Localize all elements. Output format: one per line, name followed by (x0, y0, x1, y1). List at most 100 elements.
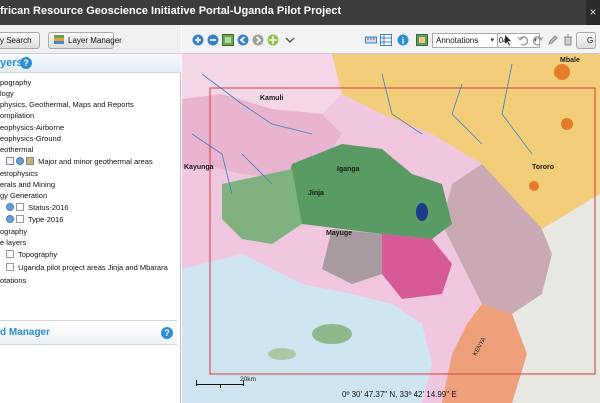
tree-item-label: otations (0, 276, 27, 285)
page-icon (6, 250, 14, 258)
tree-item[interactable]: eothermal (0, 144, 33, 155)
place-label: Kayunga (184, 164, 214, 171)
page-icon (16, 215, 24, 223)
geothermal-area (529, 181, 539, 191)
person-icon (6, 203, 14, 211)
place-label: Iganga (337, 166, 360, 173)
map-toolbar: 1:809,104 ▾ i Annotations ▾ G (182, 25, 600, 54)
tree-item[interactable]: ography (0, 226, 27, 237)
zoom-in-icon[interactable] (192, 34, 204, 46)
forward-icon[interactable] (252, 34, 264, 46)
person-icon (16, 157, 24, 165)
tree-item-label: erals and Mining (0, 180, 56, 189)
info-icon[interactable]: i (397, 34, 409, 46)
window-title: frican Resource Geoscience Initiative Po… (0, 5, 342, 17)
annotations-value: Annotations (436, 36, 479, 45)
legend-manager-title: d Manager (0, 327, 51, 338)
annotations-select[interactable]: Annotations ▾ (432, 33, 498, 48)
tree-item-label: ography (0, 227, 28, 236)
tree-item-topography[interactable]: Topography (6, 249, 57, 260)
zoom-out-icon[interactable] (207, 34, 219, 46)
tree-item-label: ompilation (0, 111, 35, 120)
place-label: Kamuli (260, 95, 284, 102)
chevron-down-icon: ▾ (490, 37, 494, 44)
person-icon (6, 215, 14, 223)
tree-item[interactable]: physics, Geothermal, Maps and Reports (0, 99, 134, 110)
island (312, 324, 352, 344)
tree-item-label: eophysics-Ground (0, 134, 61, 143)
layers-panel-header[interactable]: yers ? (0, 54, 181, 73)
tree-item-status-2016[interactable]: Status-2016 (6, 202, 69, 213)
tree-item-label: Topography (17, 250, 58, 259)
redo-icon[interactable] (532, 34, 544, 46)
tree-item-label: Type-2016 (27, 215, 64, 224)
layer-manager-label: Layer Manager (68, 36, 122, 45)
go-button[interactable]: G (576, 32, 596, 49)
layer-tree: pography logy physics, Geothermal, Maps … (0, 77, 176, 321)
tree-item-label: gy Generation (0, 191, 48, 200)
undo-icon[interactable] (517, 34, 529, 46)
tree-item-label: eothermal (0, 145, 34, 154)
geothermal-area (561, 118, 573, 130)
left-panel: y Search Layer Manager yers ? pography l… (0, 25, 181, 403)
measure-icon[interactable] (365, 34, 377, 46)
tree-item[interactable]: ompilation (0, 110, 34, 121)
coordinates-readout: 0º 30' 47.37" N, 33º 42' 14.99" E (342, 390, 457, 399)
scale-dropdown-icon[interactable] (284, 34, 296, 46)
help-icon[interactable]: ? (161, 327, 173, 339)
blue-intrusion (416, 203, 428, 221)
tree-item-label: logy (0, 89, 14, 98)
tree-item-label: Status-2016 (28, 203, 69, 212)
tree-item-label: pography (0, 78, 32, 87)
place-label: Jinja (308, 190, 324, 197)
island (268, 348, 296, 360)
map-view[interactable]: Kamuli Kayunga Jinja Mayuge Iganga Toror… (182, 54, 600, 403)
tree-item-label: physics, Geothermal, Maps and Reports (0, 100, 134, 109)
table-icon[interactable] (380, 34, 392, 46)
tree-item-type-2016[interactable]: Type-2016 (6, 214, 63, 225)
search-button-label: y Search (0, 36, 32, 45)
close-icon[interactable]: × (586, 0, 600, 25)
tree-item-pilot-areas[interactable]: Uganda pilot project areas Jinja and Mba… (6, 262, 168, 273)
tree-item[interactable]: e layers (0, 237, 26, 248)
page-icon (16, 203, 24, 211)
delete-icon[interactable] (562, 34, 574, 46)
select-arrow-icon[interactable] (502, 34, 514, 46)
window-titlebar: frican Resource Geoscience Initiative Po… (0, 0, 600, 25)
tree-item-label: Major and minor geothermal areas (38, 157, 153, 166)
expand-icon[interactable] (6, 157, 14, 165)
tree-item[interactable]: eophysics-Ground (0, 133, 61, 144)
geology-map[interactable] (182, 54, 600, 403)
left-toolbar: y Search Layer Manager (0, 25, 181, 54)
scale-bar-label: 20km (240, 376, 256, 383)
tree-item[interactable]: etrophysics (0, 168, 38, 179)
tree-item-label: etrophysics (0, 169, 38, 178)
place-label: Mayuge (326, 230, 353, 237)
layer-type-icon (26, 157, 34, 165)
search-button[interactable]: y Search (0, 32, 40, 49)
tree-item-geothermal-areas[interactable]: Major and minor geothermal areas (6, 156, 153, 167)
legend-manager-header[interactable]: d Manager ? (0, 320, 177, 345)
page-icon (6, 263, 14, 271)
tree-item-label: Uganda pilot project areas Jinja and Mba… (18, 263, 168, 272)
place-label: Mbale (560, 57, 580, 64)
tree-item-label: e layers (0, 238, 27, 247)
map-layer-icon[interactable] (416, 34, 428, 46)
tree-item[interactable]: otations (0, 275, 26, 286)
help-icon[interactable]: ? (20, 57, 32, 69)
pan-icon[interactable] (267, 34, 279, 46)
full-extent-icon[interactable] (222, 34, 234, 46)
go-button-label: G (587, 36, 594, 45)
geothermal-area (554, 64, 570, 80)
tree-item[interactable]: eophysics-Airborne (0, 122, 64, 133)
back-icon[interactable] (237, 34, 249, 46)
tree-item[interactable]: logy (0, 88, 14, 99)
edit-pencil-icon[interactable] (547, 34, 559, 46)
scale-bar: 20km (196, 376, 256, 390)
layer-manager-button[interactable]: Layer Manager (48, 32, 122, 49)
tree-item[interactable]: erals and Mining (0, 179, 55, 190)
tree-item[interactable]: gy Generation (0, 190, 47, 201)
tree-item[interactable]: pography (0, 77, 31, 88)
layers-icon (54, 35, 64, 44)
tree-item-label: eophysics-Airborne (0, 123, 65, 132)
